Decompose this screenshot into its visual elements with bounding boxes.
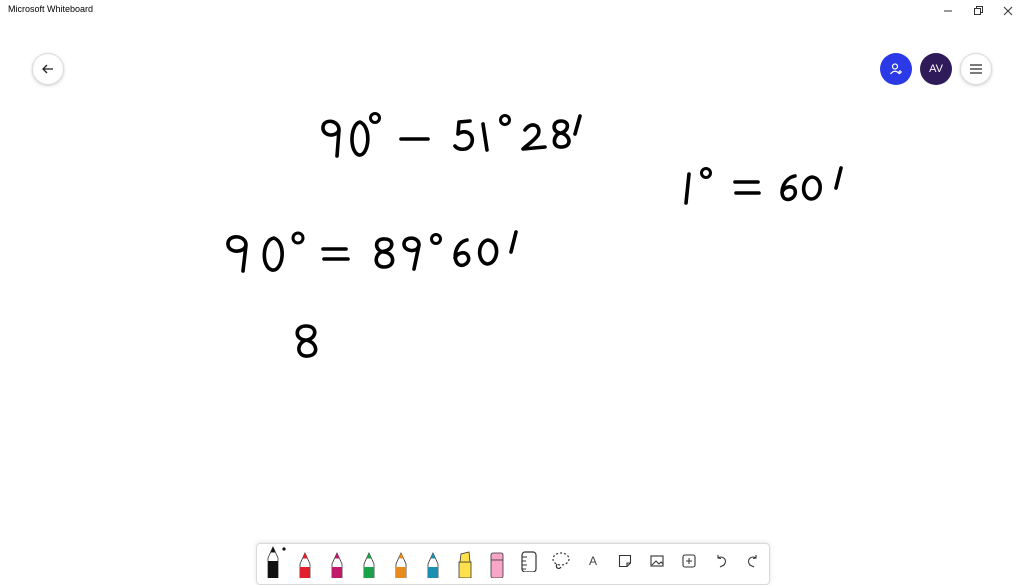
ink-degree-minutes-rule [684,166,843,205]
undo-icon [717,554,726,567]
insert-icon [682,553,696,568]
ruler-icon [521,550,537,572]
lasso-button[interactable] [545,544,577,577]
lasso-icon [552,551,570,569]
pen-tray [267,546,504,578]
pen-black-tool[interactable] [267,546,286,578]
redo-button[interactable] [737,544,769,577]
pen-green-tool[interactable] [363,552,375,578]
text-icon: A [588,553,597,568]
image-icon [650,554,664,567]
selected-dot [282,547,286,551]
insert-button[interactable] [673,544,705,577]
image-button[interactable] [641,544,673,577]
ink-equivalence [226,230,518,273]
whiteboard-canvas[interactable] [0,0,1024,576]
pen-rainbow-tool[interactable] [395,552,407,578]
pen-galaxy-tool[interactable] [427,552,439,578]
ink-toolbar: A [256,543,770,585]
highlighter-tool[interactable] [458,551,472,578]
text-button[interactable]: A [577,544,609,577]
undo-button[interactable] [705,544,737,577]
pen-red-tool[interactable] [299,552,311,578]
sticky-note-button[interactable] [609,544,641,577]
pen-magenta-tool[interactable] [331,552,343,578]
redo-icon [748,554,757,567]
ruler-button[interactable] [513,544,545,577]
ink-expression-subtraction [321,112,582,158]
sticky-note-icon [618,554,632,567]
ink-digit-eight [295,324,318,358]
eraser-tool[interactable] [490,552,504,578]
